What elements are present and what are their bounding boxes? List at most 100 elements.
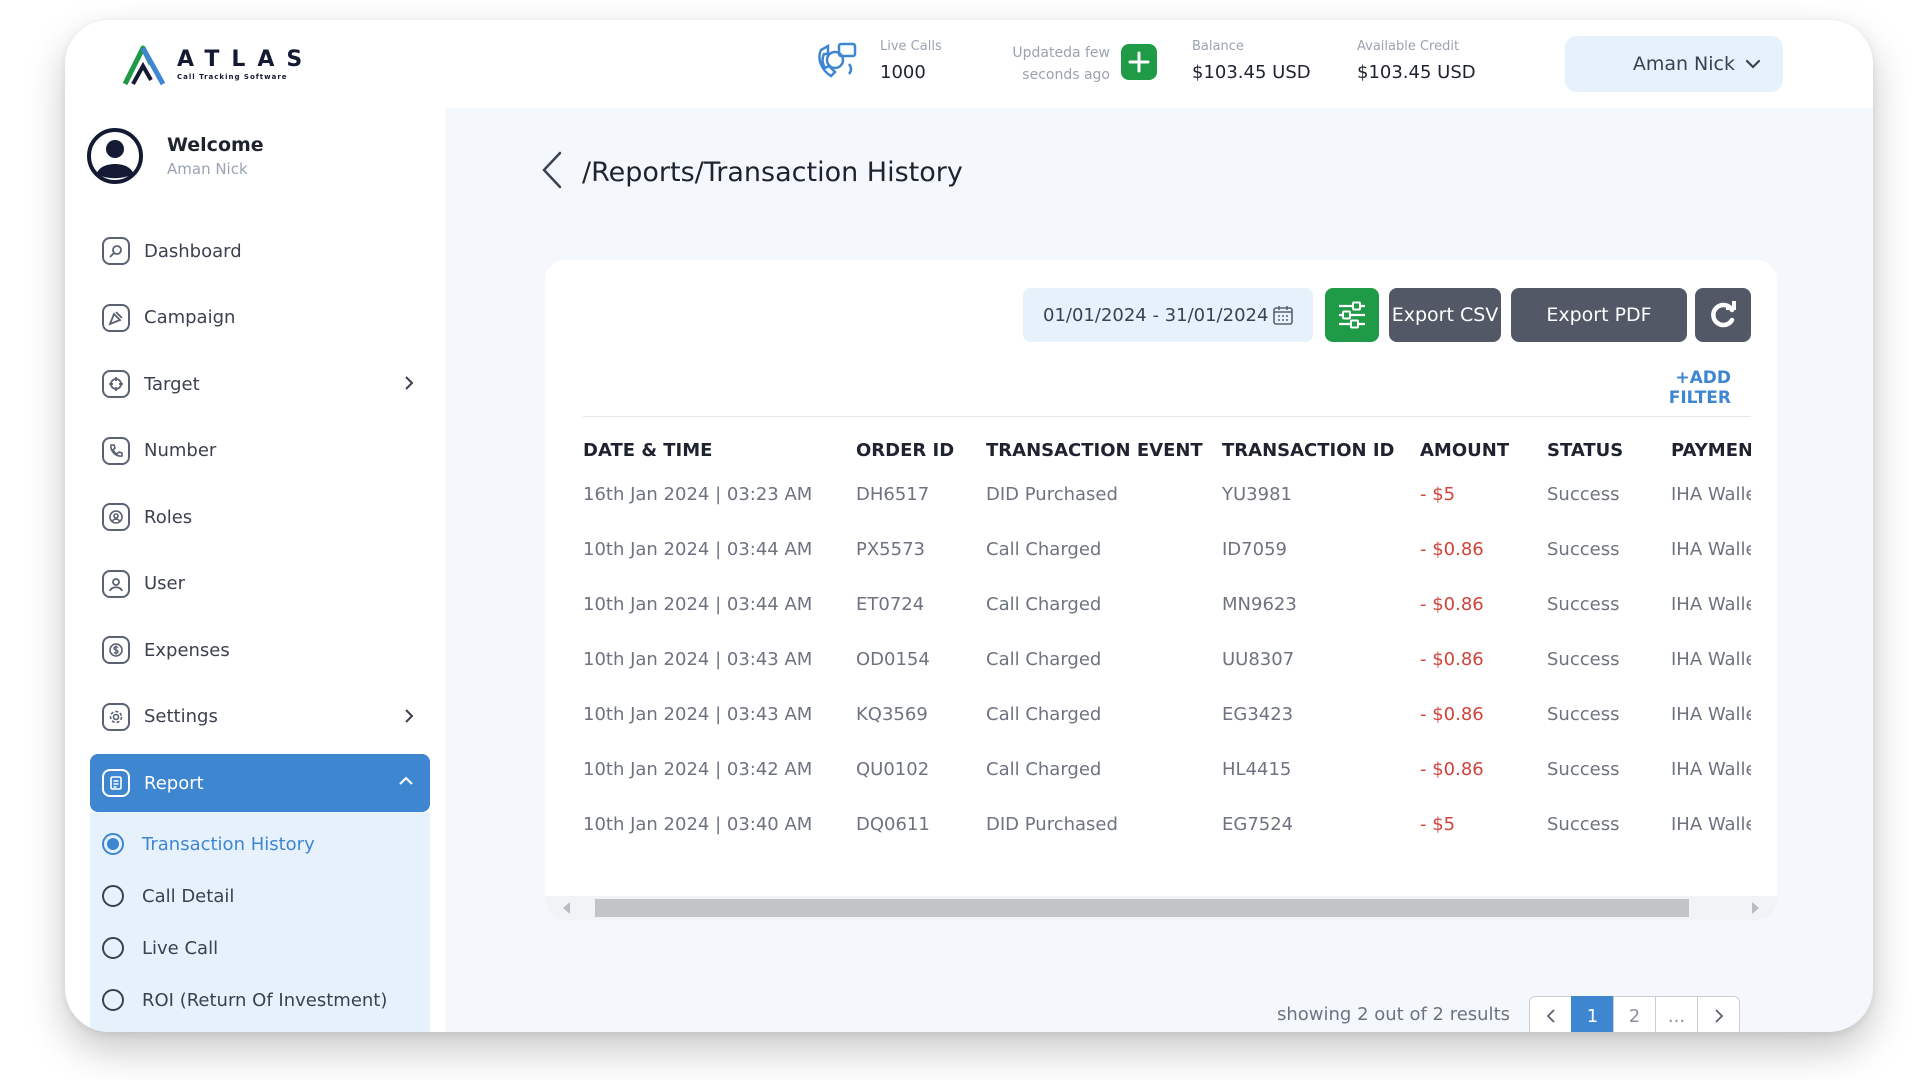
cell-datetime: 10th Jan 2024 | 03:43 AM: [583, 704, 813, 725]
scroll-left-icon[interactable]: [563, 902, 570, 914]
cell-datetime: 10th Jan 2024 | 03:44 AM: [583, 594, 813, 615]
submenu-item-label: Live Call: [142, 937, 219, 959]
sidebar-item-number[interactable]: Number: [90, 418, 430, 485]
sidebar-item-settings[interactable]: Settings: [90, 684, 430, 751]
table-row[interactable]: 10th Jan 2024 | 03:43 AM OD0154 Call Cha…: [583, 649, 1751, 704]
table-row[interactable]: 10th Jan 2024 | 03:43 AM KQ3569 Call Cha…: [583, 704, 1751, 759]
cell-transaction-id: YU3981: [1222, 484, 1292, 505]
cell-amount: - $0.86: [1420, 704, 1484, 725]
brand-logo[interactable]: ATLAS Call Tracking Software: [121, 44, 314, 86]
chevron-right-icon: [1714, 1009, 1723, 1023]
filter-settings-button[interactable]: [1325, 288, 1379, 342]
user-name: Aman Nick: [1632, 53, 1735, 75]
scrollbar-thumb[interactable]: [595, 899, 1689, 917]
live-calls-label: Live Calls: [880, 39, 942, 54]
column-header[interactable]: DATE & TIME: [583, 440, 712, 461]
cell-payment: IHA Wallet: [1671, 649, 1751, 670]
updated-text: Updateda few seconds ago: [1012, 45, 1110, 83]
cell-transaction-id: UU8307: [1222, 649, 1295, 670]
cell-event: Call Charged: [986, 539, 1102, 560]
sidebar-item-label: Settings: [144, 706, 218, 728]
submenu-item-roi[interactable]: ROI (Return Of Investment): [90, 974, 430, 1026]
sidebar-item-label: Number: [144, 440, 217, 462]
sidebar: Welcome Aman Nick Dashboard Campaign Tar…: [65, 108, 445, 1032]
cell-amount: - $0.86: [1420, 539, 1484, 560]
top-bar: ATLAS Call Tracking Software Live Calls …: [65, 20, 1873, 108]
pagination: 1 2 ...: [1529, 996, 1740, 1032]
cell-transaction-id: ID7059: [1222, 539, 1287, 560]
cell-payment: IHA Wallet: [1671, 594, 1751, 615]
table-row[interactable]: 10th Jan 2024 | 03:44 AM PX5573 Call Cha…: [583, 539, 1751, 594]
sidebar-item-user[interactable]: User: [90, 551, 430, 618]
column-header[interactable]: AMOUNT: [1420, 440, 1509, 461]
column-header[interactable]: TRANSACTION ID: [1222, 440, 1395, 461]
cell-status: Success: [1547, 814, 1620, 835]
sidebar-item-campaign[interactable]: Campaign: [90, 285, 430, 352]
cell-payment: IHA Wallet: [1671, 539, 1751, 560]
export-pdf-button[interactable]: Export PDF: [1511, 288, 1687, 342]
table-row[interactable]: 10th Jan 2024 | 03:44 AM ET0724 Call Cha…: [583, 594, 1751, 649]
table-row[interactable]: 10th Jan 2024 | 03:42 AM QU0102 Call Cha…: [583, 759, 1751, 814]
sidebar-item-target[interactable]: Target: [90, 351, 430, 418]
sidebar-item-label: Expenses: [144, 639, 230, 661]
sidebar-item-label: Report: [144, 772, 204, 794]
brand-tagline: Call Tracking Software: [177, 73, 288, 81]
cell-status: Success: [1547, 649, 1620, 670]
export-csv-button[interactable]: Export CSV: [1389, 288, 1501, 342]
column-header[interactable]: STATUS: [1547, 440, 1623, 461]
cell-status: Success: [1547, 759, 1620, 780]
sidebar-item-expenses[interactable]: Expenses: [90, 617, 430, 684]
scroll-right-icon[interactable]: [1752, 902, 1759, 914]
welcome-block: Welcome Aman Nick: [87, 128, 264, 184]
add-filter-link[interactable]: +ADD FILTER: [1611, 368, 1731, 408]
chevron-left-icon: [542, 151, 562, 189]
radio-icon: [102, 885, 124, 907]
cell-order-id: QU0102: [856, 759, 930, 780]
cell-transaction-id: MN9623: [1222, 594, 1297, 615]
cell-payment: IHA Wallet: [1671, 759, 1751, 780]
cell-event: Call Charged: [986, 649, 1102, 670]
cell-status: Success: [1547, 484, 1620, 505]
next-page-button[interactable]: [1697, 996, 1740, 1032]
plus-icon: [1128, 51, 1150, 73]
submenu-item-call-detail[interactable]: Call Detail: [90, 870, 430, 922]
submenu-item-transaction-history[interactable]: Transaction History: [90, 818, 430, 870]
page-ellipsis[interactable]: ...: [1655, 996, 1698, 1032]
sidebar-item-dashboard[interactable]: Dashboard: [90, 218, 430, 285]
cell-transaction-id: EG3423: [1222, 704, 1294, 725]
user-menu-button[interactable]: Aman Nick: [1565, 36, 1783, 92]
sidebar-item-roles[interactable]: Roles: [90, 484, 430, 551]
cell-status: Success: [1547, 704, 1620, 725]
column-header[interactable]: ORDER ID: [856, 440, 954, 461]
dollar-icon: [102, 636, 130, 665]
cell-datetime: 10th Jan 2024 | 03:40 AM: [583, 814, 813, 835]
page-button-2[interactable]: 2: [1613, 996, 1656, 1032]
balance-label: Balance: [1192, 39, 1244, 54]
app-window: ATLAS Call Tracking Software Live Calls …: [65, 20, 1873, 1032]
column-header[interactable]: PAYMENT: [1671, 440, 1751, 461]
sidebar-item-label: Roles: [144, 506, 193, 528]
credit-label: Available Credit: [1357, 39, 1460, 54]
cell-order-id: KQ3569: [856, 704, 928, 725]
horizontal-scrollbar[interactable]: [545, 896, 1777, 920]
refresh-button[interactable]: [1695, 288, 1751, 342]
cell-datetime: 10th Jan 2024 | 03:44 AM: [583, 539, 813, 560]
add-balance-button[interactable]: [1121, 44, 1157, 80]
sidebar-item-report[interactable]: Report: [90, 754, 430, 812]
table-row[interactable]: 16th Jan 2024 | 03:23 AM DH6517 DID Purc…: [583, 484, 1751, 539]
back-button[interactable]: [540, 150, 564, 194]
prev-page-button[interactable]: [1529, 996, 1572, 1032]
submenu-item-label: Call Detail: [142, 885, 235, 907]
target-icon: [102, 370, 130, 399]
cell-order-id: PX5573: [856, 539, 925, 560]
calendar-icon: [1273, 306, 1293, 325]
chevron-right-icon: [405, 376, 414, 390]
report-icon: [102, 769, 130, 797]
table-row[interactable]: 10th Jan 2024 | 03:40 AM DQ0611 DID Purc…: [583, 814, 1751, 869]
column-header[interactable]: TRANSACTION EVENT: [986, 440, 1203, 461]
campaign-icon: [102, 303, 130, 332]
cell-payment: IHA Wallet: [1671, 704, 1751, 725]
date-range-picker[interactable]: 01/01/2024 - 31/01/2024: [1023, 288, 1313, 342]
page-button-1[interactable]: 1: [1571, 996, 1614, 1032]
submenu-item-live-call[interactable]: Live Call: [90, 922, 430, 974]
